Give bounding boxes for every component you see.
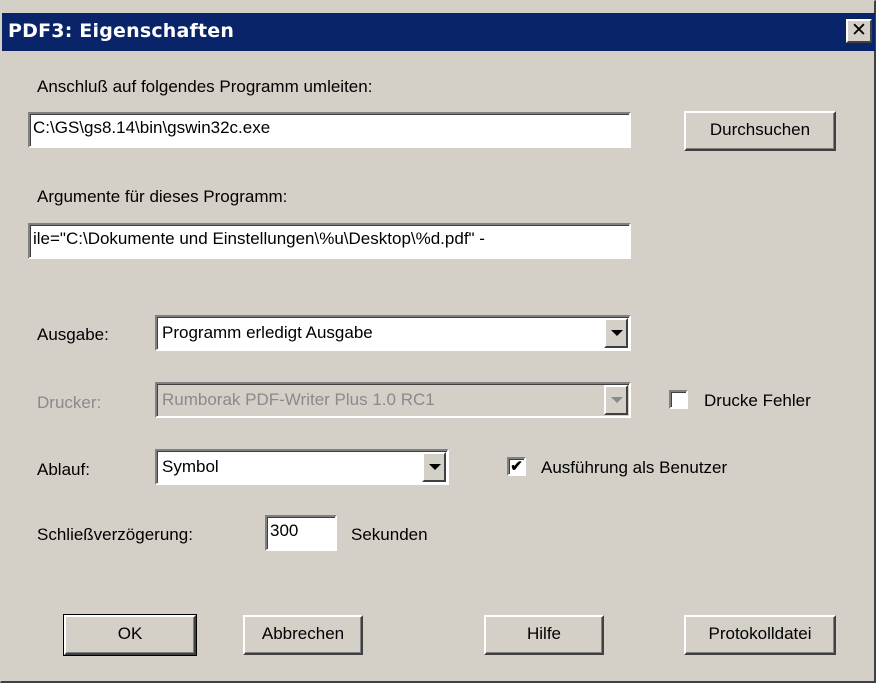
program-path-value: C:\GS\gs8.14\bin\gswin32c.exe (33, 118, 271, 137)
help-button[interactable]: Hilfe (484, 615, 604, 655)
run-as-user-label[interactable]: Ausführung als Benutzer (541, 458, 727, 478)
browse-button-label: Durchsuchen (709, 120, 811, 139)
printer-select: Rumborak PDF-Writer Plus 1.0 RC1 (155, 382, 631, 418)
cancel-button-label: Abbrechen (261, 624, 345, 643)
run-mode-dropdown-button[interactable] (422, 452, 446, 482)
printer-selected-value: Rumborak PDF-Writer Plus 1.0 RC1 (162, 390, 435, 409)
checkmark-icon: ✔ (510, 458, 523, 475)
arguments-value: ile="C:\Dokumente und Einstellungen\%u\D… (33, 229, 485, 248)
chevron-down-icon (429, 464, 441, 470)
logfile-button[interactable]: Protokolldatei (684, 615, 836, 655)
program-path-input[interactable]: C:\GS\gs8.14\bin\gswin32c.exe (28, 112, 631, 148)
close-delay-value: 300 (270, 521, 299, 540)
chevron-down-icon (611, 397, 623, 403)
arguments-label: Argumente für dieses Programm: (37, 187, 288, 206)
window-title: PDF3: Eigenschaften (8, 20, 235, 42)
printer-dropdown-button (604, 385, 628, 415)
print-errors-label[interactable]: Drucke Fehler (704, 391, 811, 411)
close-button[interactable]: ✕ (846, 19, 872, 43)
run-as-user-checkbox[interactable]: ✔ (507, 457, 526, 476)
run-mode-selected-value: Symbol (162, 457, 219, 476)
close-delay-input[interactable]: 300 (265, 515, 337, 551)
arguments-input[interactable]: ile="C:\Dokumente und Einstellungen\%u\D… (28, 223, 631, 259)
ok-button-label: OK (117, 624, 143, 643)
printer-label: Drucker: (37, 393, 102, 412)
close-delay-unit: Sekunden (351, 525, 428, 544)
chevron-down-icon (611, 330, 623, 336)
title-bar[interactable]: PDF3: Eigenschaften ✕ (2, 13, 875, 51)
cancel-button[interactable]: Abbrechen (243, 615, 363, 655)
run-mode-label: Ablauf: (37, 460, 90, 479)
redirect-label: Anschluß auf folgendes Programm umleiten… (37, 77, 373, 96)
logfile-button-label: Protokolldatei (708, 624, 812, 643)
close-delay-label: Schließverzögerung: (37, 525, 193, 544)
output-select[interactable]: Programm erledigt Ausgabe (155, 315, 631, 351)
print-errors-checkbox[interactable] (669, 390, 688, 409)
close-icon: ✕ (851, 19, 867, 41)
help-button-label: Hilfe (526, 624, 561, 643)
run-mode-select[interactable]: Symbol (155, 449, 449, 485)
ok-button[interactable]: OK (63, 614, 197, 656)
properties-dialog: PDF3: Eigenschaften ✕ Anschluß auf folge… (0, 0, 876, 683)
output-label: Ausgabe: (37, 325, 109, 344)
browse-button[interactable]: Durchsuchen (684, 111, 836, 151)
output-selected-value: Programm erledigt Ausgabe (162, 323, 373, 342)
output-dropdown-button[interactable] (604, 318, 628, 348)
